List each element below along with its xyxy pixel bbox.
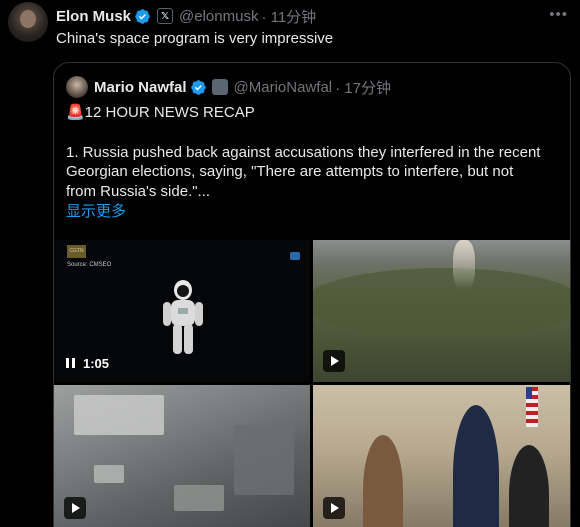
globe-icon — [290, 252, 300, 260]
quoted-body: 🚨12 HOUR NEWS RECAP 1. Russia pushed bac… — [66, 103, 562, 222]
person-image — [453, 405, 499, 527]
quoted-author-name[interactable]: Mario Nawfal — [94, 79, 187, 96]
video-duration[interactable]: 1:05 — [66, 350, 109, 376]
source-label: Source: CMSEO — [67, 262, 112, 268]
tweet-time[interactable]: · 11分钟 — [261, 6, 316, 27]
quoted-body-line: from Russia's side."... — [66, 182, 211, 200]
media-grid: CGTN Source: CMSEO 1:05 — [54, 240, 570, 527]
duration-label: 1:05 — [83, 355, 110, 371]
rubble-image — [74, 395, 164, 435]
rubble-image — [94, 465, 124, 483]
quoted-body-line: 1. Russia pushed back against accusation… — [66, 143, 541, 161]
media-video-voting[interactable] — [313, 385, 570, 527]
person-image — [363, 435, 403, 527]
cgtn-logo: CGTN — [67, 245, 86, 258]
person-image — [509, 445, 549, 527]
smoke-image — [453, 240, 475, 290]
rubble-image — [174, 485, 224, 511]
x-affiliate-icon: 𝕏 — [157, 8, 174, 24]
media-video-astronaut[interactable]: CGTN Source: CMSEO 1:05 — [54, 240, 310, 382]
pause-icon[interactable] — [66, 358, 75, 368]
hillside-image — [313, 268, 570, 338]
tweet-header: Elon Musk 𝕏 @elonmusk · 11分钟 ••• — [56, 6, 580, 26]
quoted-avatar[interactable] — [66, 76, 88, 98]
media-video-landscape[interactable] — [313, 240, 570, 382]
verified-badge-icon — [190, 79, 207, 96]
play-icon[interactable] — [323, 497, 345, 519]
elon-avatar[interactable] — [8, 2, 48, 42]
quoted-author-handle[interactable]: @MarioNawfal — [234, 79, 333, 96]
quoted-header: Mario Nawfal @MarioNawfal · 17分钟 — [66, 76, 391, 98]
quoted-headline: 🚨12 HOUR NEWS RECAP — [66, 104, 255, 121]
quoted-tweet[interactable]: Mario Nawfal @MarioNawfal · 17分钟 🚨12 HOU… — [53, 62, 571, 527]
rubble-image — [234, 425, 294, 495]
media-video-rubble[interactable] — [54, 385, 310, 527]
astronaut-image — [163, 280, 203, 354]
verified-badge-icon — [134, 8, 151, 25]
quoted-body-line: Georgian elections, saying, "There are a… — [66, 163, 514, 180]
play-icon[interactable] — [323, 350, 345, 372]
author-name[interactable]: Elon Musk — [56, 8, 131, 25]
us-flag-image — [526, 387, 538, 427]
affiliate-avatar-icon — [211, 79, 228, 95]
author-handle[interactable]: @elonmusk — [179, 8, 258, 25]
quoted-time[interactable]: · 17分钟 — [335, 77, 391, 98]
play-icon[interactable] — [64, 497, 86, 519]
more-icon[interactable]: ••• — [549, 6, 568, 23]
show-more-link[interactable]: 显示更多 — [66, 202, 562, 222]
tweet-text: China's space program is very impressive — [56, 30, 334, 47]
